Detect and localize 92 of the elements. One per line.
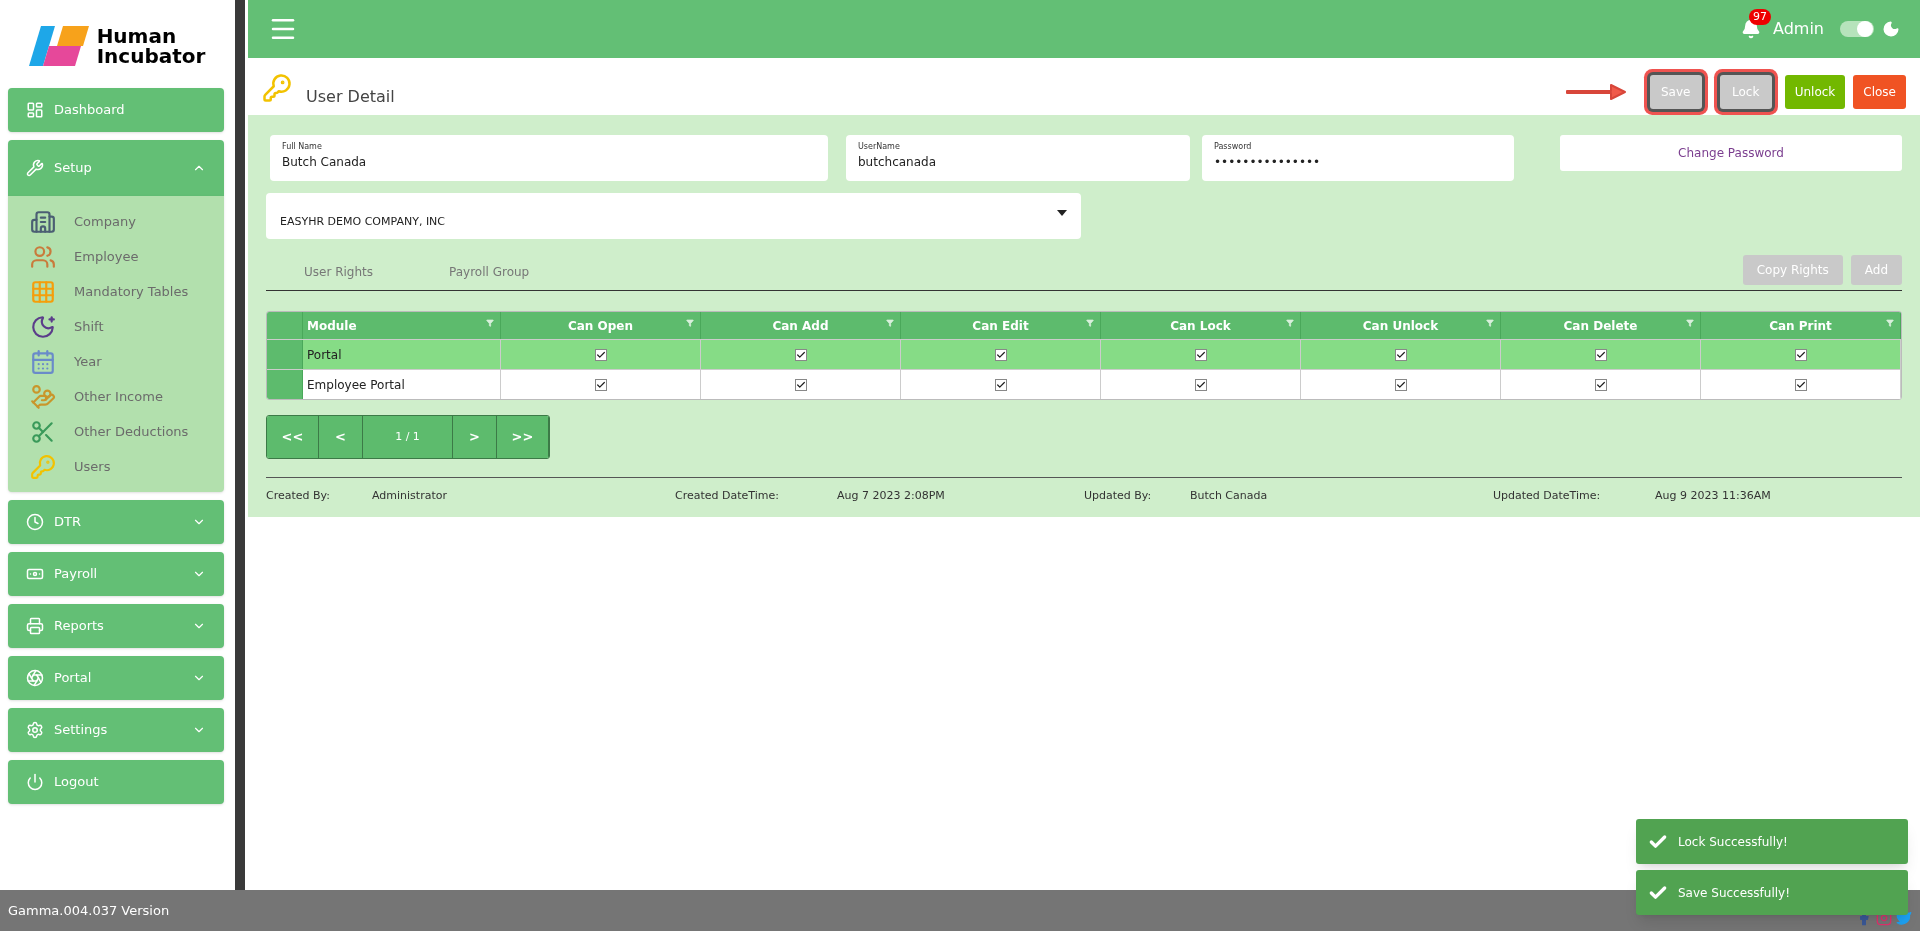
audit-label: Updated By:	[1084, 488, 1153, 504]
table-cell: Employee Portal	[303, 370, 501, 399]
dark-mode-toggle[interactable]	[1840, 21, 1874, 37]
key-icon	[262, 73, 292, 103]
sidebar-item[interactable]: Logout	[8, 760, 224, 804]
filter-icon	[1286, 319, 1294, 327]
submenu-item[interactable]: Other Deductions	[8, 414, 224, 449]
checkbox[interactable]	[1394, 378, 1407, 391]
submenu-item[interactable]: Employee	[8, 239, 224, 274]
calendar-icon	[30, 348, 56, 375]
audit-value: Aug 9 2023 11:36AM	[1655, 488, 1771, 504]
scrollbar[interactable]	[235, 0, 245, 890]
checkbox[interactable]	[1194, 348, 1207, 361]
building-icon	[30, 208, 56, 235]
toast: Save Successfully!	[1636, 870, 1908, 915]
caret-icon	[1057, 210, 1067, 216]
wrench-icon	[26, 159, 44, 177]
night-icon	[30, 313, 56, 340]
sidebar-item[interactable]: Settings	[8, 708, 224, 752]
pager-button[interactable]: >	[453, 416, 497, 458]
audit-value: Butch Canada	[1190, 488, 1268, 504]
filter-icon	[486, 319, 494, 327]
input-field[interactable]: UserName butchcanada	[846, 135, 1190, 181]
audit-label: Created By:	[266, 488, 331, 504]
clock-icon	[26, 513, 44, 531]
submenu-item[interactable]: Mandatory Tables	[8, 274, 224, 309]
toolbar-button[interactable]: Unlock	[1784, 74, 1846, 109]
logo-text: Incubator	[96, 46, 206, 66]
checkbox[interactable]	[1794, 348, 1807, 361]
filter-icon	[1686, 319, 1694, 327]
sidebar-item[interactable]: Reports	[8, 604, 224, 648]
sidebar-item[interactable]: Setup	[8, 140, 224, 196]
submenu-item[interactable]: Shift	[8, 309, 224, 344]
key-icon	[30, 453, 56, 480]
tab[interactable]: User Rights	[266, 253, 412, 290]
toast: Lock Successfully!	[1636, 819, 1908, 864]
toolbar-button[interactable]: Close	[1853, 74, 1906, 109]
checkbox[interactable]	[1394, 348, 1407, 361]
company-dropdown[interactable]: EASYHR DEMO COMPANY, INC	[266, 193, 1081, 239]
submenu-item[interactable]: Users	[8, 449, 224, 484]
checkbox[interactable]	[594, 378, 607, 391]
sidebar-item[interactable]: Dashboard	[8, 88, 224, 132]
pager-button[interactable]: <	[319, 416, 363, 458]
submenu-item[interactable]: Year	[8, 344, 224, 379]
dashboard-icon	[26, 101, 44, 119]
logo-text: Human	[96, 26, 178, 46]
filter-icon	[1486, 319, 1494, 327]
filter-icon	[1086, 319, 1094, 327]
people-icon	[30, 243, 56, 270]
checkbox[interactable]	[1594, 378, 1607, 391]
logo-icon	[26, 24, 91, 68]
checkbox[interactable]	[794, 378, 807, 391]
sidebar-item[interactable]: Portal	[8, 656, 224, 700]
checkbox[interactable]	[1594, 348, 1607, 361]
version-text: Gamma.004.037 Version	[8, 901, 170, 920]
audit-label: Created DateTime:	[675, 488, 780, 504]
checkbox[interactable]	[594, 348, 607, 361]
audit-value: Aug 7 2023 2:08PM	[837, 488, 945, 504]
filter-icon	[686, 319, 694, 327]
grid-icon	[30, 278, 56, 305]
settings-icon	[26, 721, 44, 739]
page-title: User Detail	[306, 86, 395, 108]
money-bag-icon	[30, 383, 56, 410]
table-row[interactable]: Portal	[267, 339, 1901, 369]
checkbox[interactable]	[1794, 378, 1807, 391]
pager-button[interactable]: <<	[267, 416, 319, 458]
sidebar-item[interactable]: DTR	[8, 500, 224, 544]
tab[interactable]: Payroll Group	[411, 253, 568, 290]
filter-icon	[886, 319, 894, 327]
checkbox[interactable]	[994, 348, 1007, 361]
scissors-icon	[30, 418, 56, 445]
notification-badge: 97	[1749, 9, 1771, 25]
audit-label: Updated DateTime:	[1493, 488, 1602, 504]
sidebar-item[interactable]: Payroll	[8, 552, 224, 596]
submenu-item[interactable]: Other Income	[8, 379, 224, 414]
printer-icon	[26, 617, 44, 635]
filter-icon	[1886, 319, 1894, 327]
checkbox[interactable]	[794, 348, 807, 361]
submenu-item[interactable]: Company	[8, 204, 224, 239]
power-icon	[26, 773, 44, 791]
page-indicator: 1 / 1	[363, 416, 453, 458]
audit-value: Administrator	[372, 488, 447, 504]
aperture-icon	[26, 669, 44, 687]
moon-icon	[1882, 20, 1900, 38]
input-field[interactable]: Full Name Butch Canada	[270, 135, 828, 181]
user-name: Admin	[1773, 18, 1824, 40]
checkbox[interactable]	[1194, 378, 1207, 391]
checkbox[interactable]	[994, 378, 1007, 391]
table-row[interactable]: Employee Portal	[267, 369, 1901, 399]
input-field[interactable]: Password •••••••••••••••	[1202, 135, 1514, 181]
pager-button[interactable]: >>	[497, 416, 549, 458]
change-password-button[interactable]: Change Password	[1560, 135, 1902, 171]
